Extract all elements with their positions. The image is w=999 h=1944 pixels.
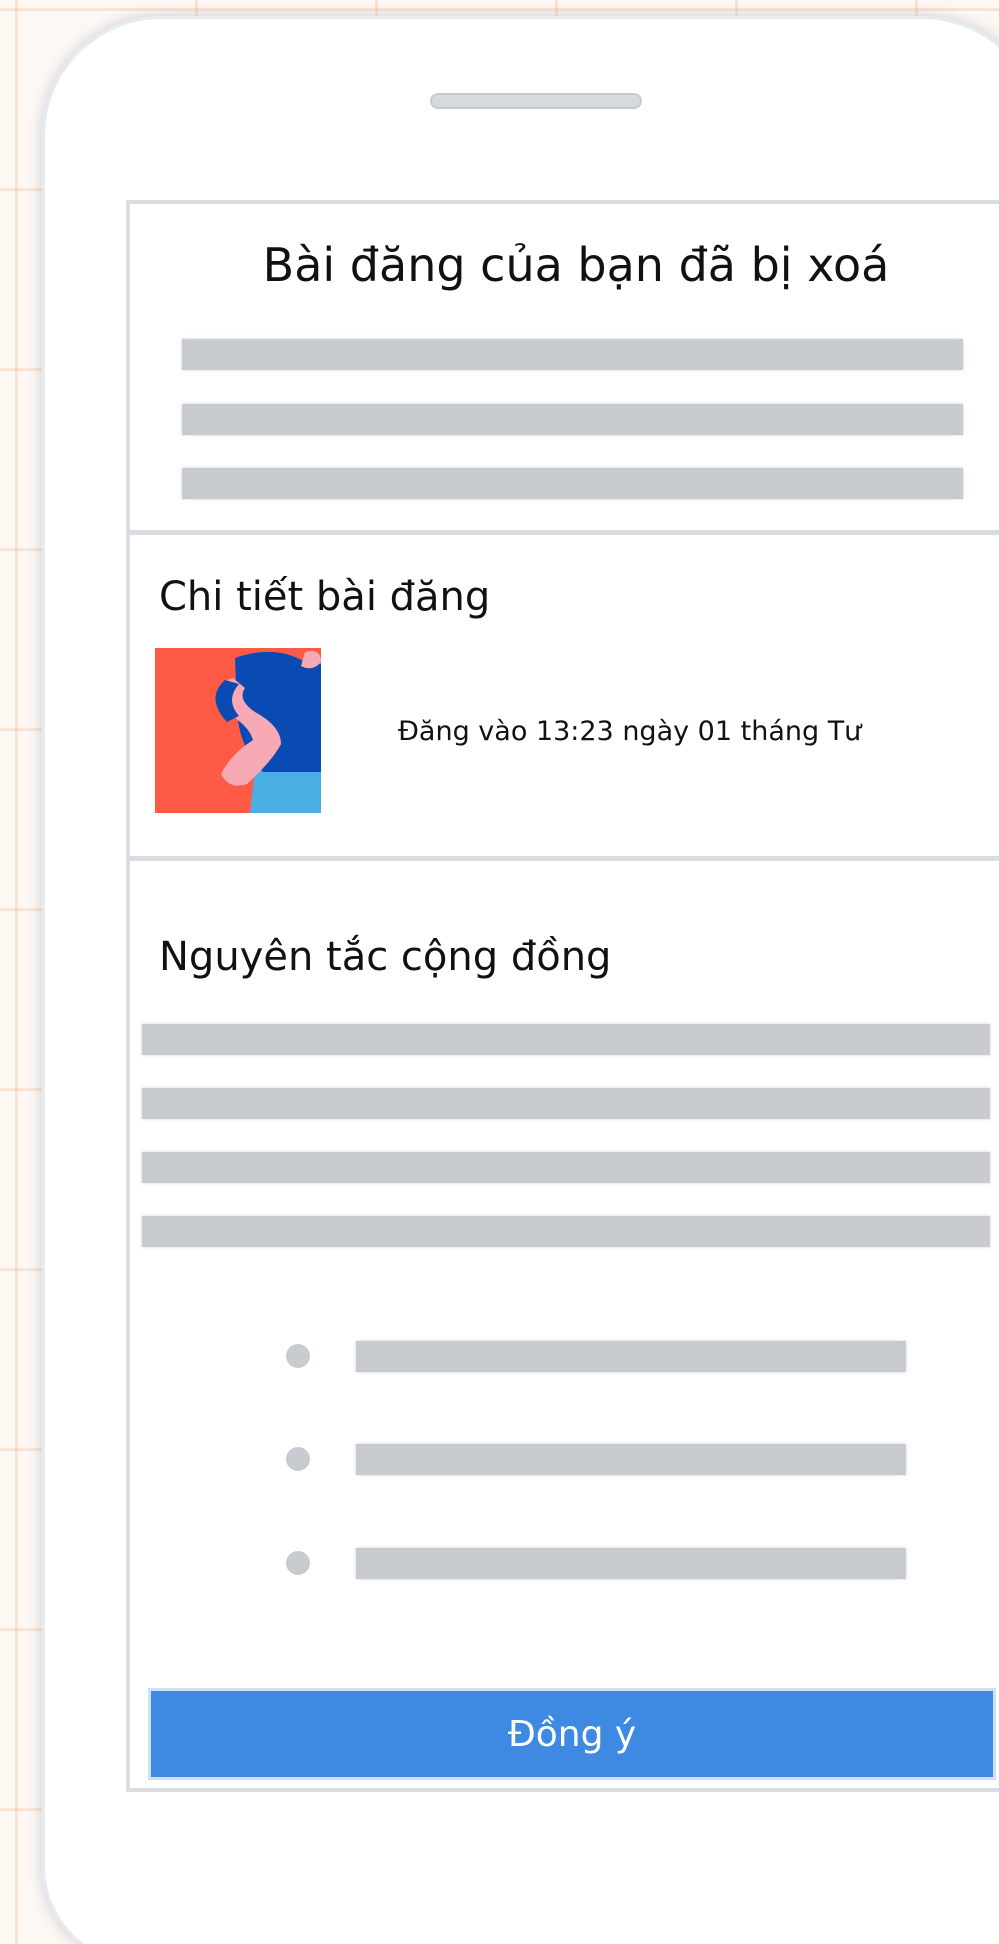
phone-frame: Bài đăng của bạn đã bị xoá Chi tiết bài … xyxy=(42,16,999,1944)
community-guidelines-heading: Nguyên tắc cộng đồng xyxy=(159,934,612,980)
bullet-dot xyxy=(286,1447,310,1471)
text-placeholder-line xyxy=(142,1088,990,1119)
text-placeholder-line xyxy=(142,1024,990,1055)
text-placeholder-line xyxy=(142,1152,990,1183)
agree-button[interactable]: Đồng ý xyxy=(148,1688,996,1780)
post-timestamp: Đăng vào 13:23 ngày 01 tháng Tư xyxy=(398,716,862,747)
text-placeholder-line xyxy=(182,404,963,435)
post-details-heading: Chi tiết bài đăng xyxy=(159,574,491,620)
section-divider xyxy=(130,530,999,535)
phone-speaker xyxy=(430,93,642,109)
section-divider xyxy=(130,856,999,861)
bullet-dot xyxy=(286,1551,310,1575)
post-thumbnail[interactable] xyxy=(155,648,321,813)
bullet-text-placeholder xyxy=(356,1341,906,1372)
dialog-title: Bài đăng của bạn đã bị xoá xyxy=(262,238,890,292)
person-illustration-icon xyxy=(155,648,321,813)
text-placeholder-line xyxy=(182,468,963,499)
text-placeholder-line xyxy=(182,339,963,370)
bullet-dot xyxy=(286,1344,310,1368)
bullet-text-placeholder xyxy=(356,1548,906,1579)
bullet-text-placeholder xyxy=(356,1444,906,1475)
text-placeholder-line xyxy=(142,1216,990,1247)
removed-post-dialog: Bài đăng của bạn đã bị xoá Chi tiết bài … xyxy=(126,200,999,1792)
